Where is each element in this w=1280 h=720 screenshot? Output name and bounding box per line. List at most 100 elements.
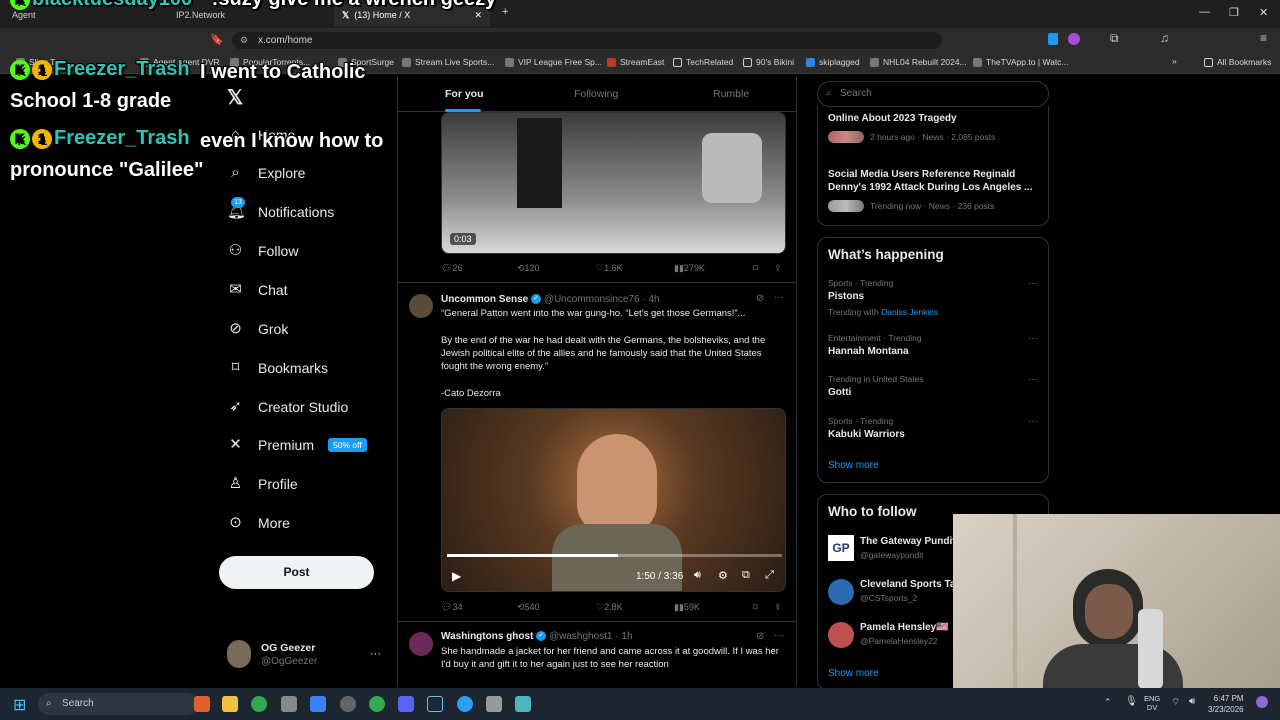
- follow-name[interactable]: The Gateway Pundit: [860, 536, 956, 547]
- avatar[interactable]: [409, 632, 433, 656]
- bookmark-icon[interactable]: ⌑: [753, 602, 758, 613]
- tweet-video[interactable]: 0:03: [441, 112, 786, 254]
- app-icon[interactable]: [281, 696, 297, 712]
- share-icon[interactable]: ⇪: [774, 263, 782, 274]
- avatar[interactable]: [828, 579, 854, 605]
- menu-icon[interactable]: ≡: [1260, 31, 1267, 45]
- bookmark-star-icon[interactable]: 🔖: [210, 33, 224, 46]
- play-icon[interactable]: ▶: [452, 569, 461, 583]
- tab-following[interactable]: Following: [574, 88, 618, 100]
- app-icon[interactable]: [515, 696, 531, 712]
- bookmark-item[interactable]: VIP League Free Sp...: [505, 57, 602, 67]
- grok-icon[interactable]: ⊘: [756, 631, 764, 642]
- nav-creator-studio[interactable]: ➶ Creator Studio: [227, 398, 348, 415]
- show-more-link[interactable]: Show more: [828, 460, 879, 471]
- follow-name[interactable]: Pamela Hensley🇺🇸: [860, 622, 949, 633]
- notepad-icon[interactable]: [486, 696, 502, 712]
- like-button[interactable]: ♡ 1.6K: [596, 263, 623, 274]
- trend-item[interactable]: Kabuki Warriors: [828, 429, 905, 440]
- avatar[interactable]: [828, 622, 854, 648]
- taskbar-search[interactable]: ⌕ Search: [38, 693, 198, 715]
- tab-for-you[interactable]: For you: [445, 88, 484, 100]
- show-more-link[interactable]: Show more: [828, 668, 879, 679]
- bookmark-item[interactable]: StreamEast: [607, 57, 664, 67]
- network-icon[interactable]: ⌔: [1171, 696, 1180, 709]
- clock[interactable]: 6:47 PM 3/23/2026: [1208, 693, 1244, 715]
- repost-button[interactable]: ⟲ 120: [517, 263, 540, 274]
- notification-center-icon[interactable]: [1256, 696, 1268, 708]
- tweet-menu-icon[interactable]: ···: [774, 292, 784, 303]
- app-icon[interactable]: [310, 696, 326, 712]
- follow-name[interactable]: Cleveland Sports Ta: [860, 579, 955, 590]
- nav-follow[interactable]: ⚇ Follow: [227, 242, 299, 259]
- bookmark-folder[interactable]: TechRelated: [673, 57, 733, 67]
- trend-menu-icon[interactable]: ···: [1028, 374, 1038, 385]
- tweet-video[interactable]: ▶ 1:50 / 3:36 🔊︎ ⚙ ⧉ ⤢: [441, 408, 786, 592]
- fullscreen-icon[interactable]: ⤢: [765, 569, 774, 582]
- tweet-menu-icon[interactable]: ···: [774, 630, 784, 641]
- extension-icon[interactable]: [1048, 33, 1058, 45]
- avatar[interactable]: [227, 640, 251, 668]
- volume-icon[interactable]: 🔊︎: [1189, 696, 1195, 707]
- trend-menu-icon[interactable]: ···: [1028, 416, 1038, 427]
- nav-more[interactable]: ⊙ More: [227, 514, 290, 531]
- extension-icon-2[interactable]: [1068, 33, 1080, 45]
- language-indicator[interactable]: ENG DV: [1144, 694, 1160, 712]
- file-explorer-icon[interactable]: [222, 696, 238, 712]
- trend-menu-icon[interactable]: ···: [1028, 278, 1038, 289]
- nav-premium[interactable]: ✕ Premium 50% off: [227, 436, 367, 453]
- pip-icon[interactable]: ⧉: [742, 569, 750, 582]
- nav-grok[interactable]: ⊘ Grok: [227, 320, 288, 337]
- volume-icon[interactable]: 🔊︎: [694, 569, 701, 582]
- bookmark-icon[interactable]: ⌑: [753, 263, 758, 274]
- share-icon[interactable]: ⇪: [774, 602, 782, 613]
- gateway-pundit-logo[interactable]: GP: [828, 535, 854, 561]
- trend-menu-icon[interactable]: ···: [1028, 333, 1038, 344]
- obs-icon[interactable]: [340, 696, 356, 712]
- bookmark-item[interactable]: Stream Live Sports...: [402, 57, 494, 67]
- chrome-icon[interactable]: [369, 696, 385, 712]
- bookmark-item[interactable]: NHL04 Rebuilt 2024...: [870, 57, 967, 67]
- trend-item[interactable]: Pistons: [828, 291, 864, 302]
- post-button[interactable]: Post: [219, 556, 374, 589]
- nav-bookmarks[interactable]: ⌑ Bookmarks: [227, 359, 328, 376]
- avatar[interactable]: [409, 294, 433, 318]
- tab-rumble[interactable]: Rumble: [713, 88, 749, 100]
- nav-notifications[interactable]: 🔔︎ 13 Notifications: [227, 197, 334, 220]
- reply-button[interactable]: 💬︎ 34: [441, 602, 462, 613]
- trend-item[interactable]: Hannah Montana: [828, 346, 909, 357]
- minimize-icon[interactable]: —: [1199, 6, 1210, 18]
- windows-start-icon[interactable]: ⊞: [13, 695, 26, 715]
- bookmark-item[interactable]: TheTVApp.to | Watc...: [973, 57, 1069, 67]
- close-window-icon[interactable]: ✕: [1259, 6, 1268, 19]
- app-icon[interactable]: [457, 696, 473, 712]
- video-progress-track[interactable]: [447, 554, 782, 557]
- url-field[interactable]: ⚙ x.com/home: [232, 32, 942, 49]
- maximize-icon[interactable]: ❐: [1229, 6, 1239, 19]
- repost-button[interactable]: ⟲ 540: [517, 602, 540, 613]
- news-headline[interactable]: Social Media Users Reference Reginald De…: [828, 168, 1040, 194]
- nav-profile[interactable]: ♙ Profile: [227, 475, 298, 492]
- views-button[interactable]: ▮▮ 279K: [674, 263, 705, 274]
- new-tab-button[interactable]: +: [502, 6, 508, 18]
- close-tab-icon[interactable]: ✕: [474, 10, 482, 21]
- discord-icon[interactable]: [398, 696, 414, 712]
- media-icon[interactable]: ♫: [1160, 31, 1169, 45]
- bookmark-item[interactable]: skiplagged: [806, 57, 860, 67]
- chrome-icon[interactable]: [251, 696, 267, 712]
- news-headline[interactable]: Online About 2023 Tragedy: [828, 113, 957, 124]
- more-bookmarks-icon[interactable]: »: [1172, 56, 1177, 66]
- nav-chat[interactable]: ✉ Chat: [227, 281, 287, 298]
- brave-icon[interactable]: [194, 696, 210, 712]
- tray-chevron-icon[interactable]: ⌃: [1104, 697, 1112, 708]
- grok-icon[interactable]: ⊘: [756, 293, 764, 304]
- like-button[interactable]: ♡ 2.8K: [596, 602, 623, 613]
- steam-icon[interactable]: [427, 696, 443, 712]
- views-button[interactable]: ▮▮ 59K: [674, 602, 700, 613]
- extensions-puzzle-icon[interactable]: ⧉: [1110, 31, 1119, 46]
- account-menu-icon[interactable]: ···: [370, 648, 381, 660]
- site-settings-icon[interactable]: ⚙: [240, 32, 248, 49]
- trend-item[interactable]: Gotti: [828, 387, 851, 398]
- reply-button[interactable]: 💬︎ 26: [441, 263, 462, 274]
- bookmark-folder[interactable]: 90's Bikini: [743, 57, 794, 67]
